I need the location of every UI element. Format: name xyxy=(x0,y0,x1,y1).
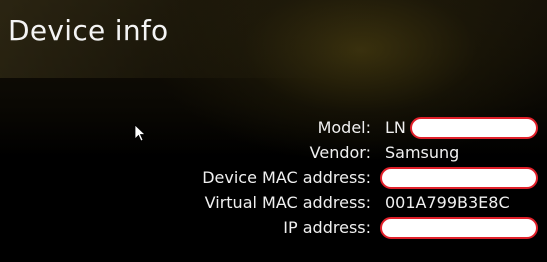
header-bar: Device info xyxy=(0,0,547,78)
virtual-mac-value: 001A799B3E8C xyxy=(385,193,510,212)
page-title: Device info xyxy=(8,14,169,47)
model-label: Model: xyxy=(317,118,371,137)
model-redaction xyxy=(410,117,538,139)
ip-redaction xyxy=(380,217,538,239)
ip-label: IP address: xyxy=(283,218,371,237)
vendor-label: Vendor: xyxy=(309,143,371,162)
info-row-device-mac: Device MAC address: xyxy=(0,166,547,190)
model-value: LN xyxy=(385,118,406,137)
info-row-vendor: Vendor: Samsung xyxy=(0,141,547,165)
info-row-model: Model: LN xyxy=(0,116,547,140)
info-row-ip: IP address: xyxy=(0,216,547,240)
device-mac-label: Device MAC address: xyxy=(202,168,371,187)
device-info-screen: Device info Model: LN Vendor: Samsung De… xyxy=(0,0,547,262)
vendor-value: Samsung xyxy=(385,143,460,162)
device-mac-redaction xyxy=(380,167,538,189)
info-row-virtual-mac: Virtual MAC address: 001A799B3E8C xyxy=(0,191,547,215)
virtual-mac-label: Virtual MAC address: xyxy=(204,193,371,212)
